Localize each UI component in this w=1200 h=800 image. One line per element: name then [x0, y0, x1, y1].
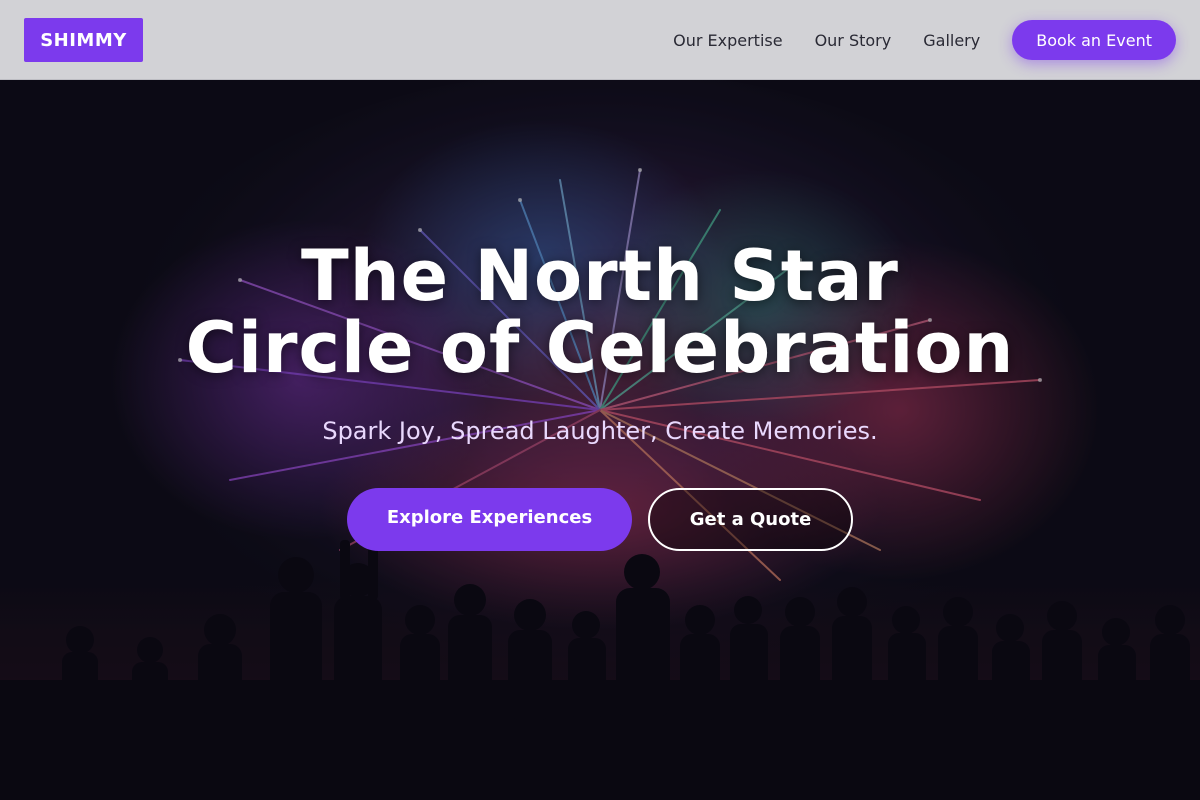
nav-link-our-expertise[interactable]: Our Expertise: [673, 31, 782, 50]
nav-link-our-story[interactable]: Our Story: [815, 31, 892, 50]
get-quote-button[interactable]: Get a Quote: [648, 488, 853, 551]
nav-link-gallery[interactable]: Gallery: [923, 31, 980, 50]
explore-experiences-button[interactable]: Explore Experiences: [347, 488, 632, 551]
nav-links: Our Expertise Our Story Gallery Book an …: [673, 20, 1176, 60]
hero-title-line-1: The North Star: [301, 235, 899, 317]
page: SHIMMY Our Expertise Our Story Gallery B…: [0, 0, 1200, 800]
hero: The North Star Circle of Celebration Spa…: [0, 80, 1200, 800]
book-event-button[interactable]: Book an Event: [1012, 20, 1176, 60]
logo[interactable]: SHIMMY: [24, 18, 143, 62]
hero-title-line-2: Circle of Celebration: [185, 307, 1015, 389]
hero-subtitle: Spark Joy, Spread Laughter, Create Memor…: [322, 417, 878, 445]
hero-title: The North Star Circle of Celebration: [0, 240, 1200, 384]
hero-content: The North Star Circle of Celebration Spa…: [0, 80, 1200, 800]
navbar: SHIMMY Our Expertise Our Story Gallery B…: [0, 0, 1200, 80]
